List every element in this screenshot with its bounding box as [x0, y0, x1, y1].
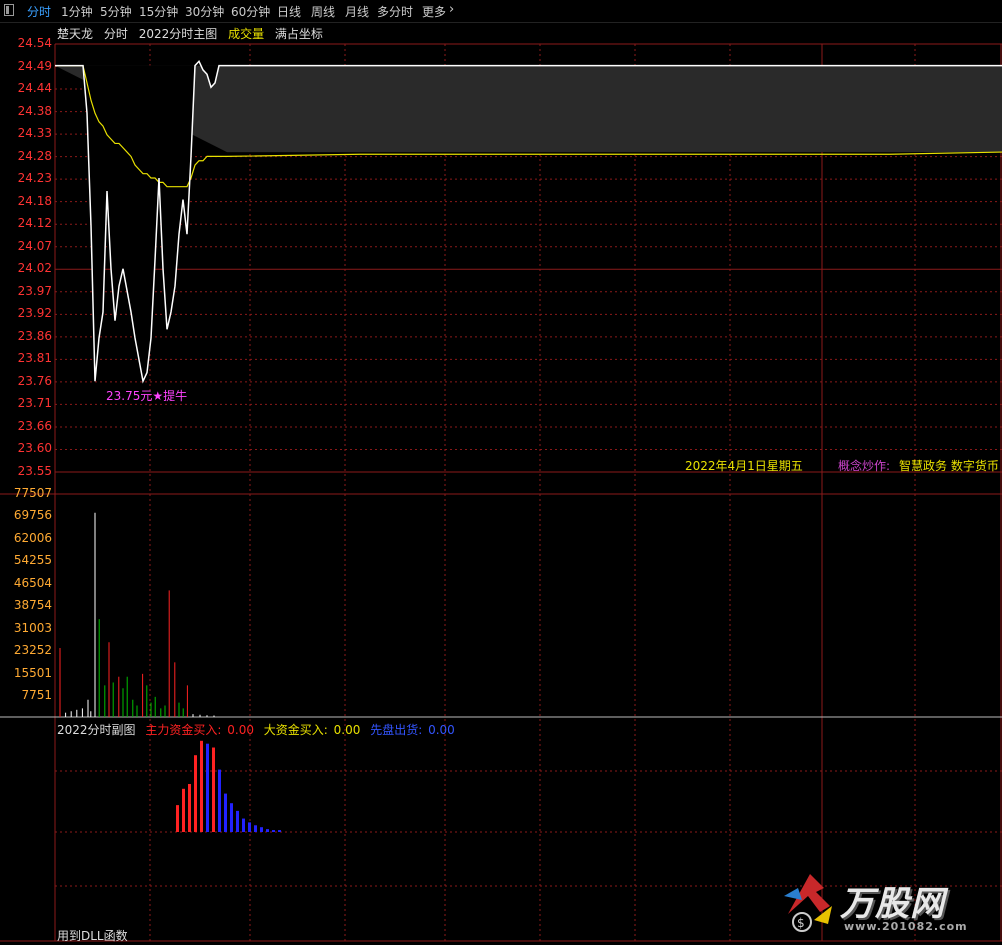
tab-fenshi[interactable]: 分时	[27, 3, 51, 20]
sub-chart-bar	[194, 755, 197, 832]
sub-chart-bar	[236, 810, 239, 832]
sub-chart-bar	[266, 829, 269, 832]
exit-label: 先盘出货:	[370, 723, 423, 737]
tab-30min[interactable]: 30分钟	[185, 3, 224, 20]
sub-chart-bar	[254, 825, 257, 832]
sub-chart-bar	[176, 805, 179, 832]
sub-chart-title[interactable]: 2022分时副图	[57, 723, 136, 737]
sub-chart-bar	[224, 793, 227, 832]
watermark-url: www.201082.com	[844, 920, 968, 933]
big-buy-value: 0.00	[333, 723, 361, 737]
sub-chart-header: 2022分时副图 主力资金买入: 0.00 大资金买入: 0.00 先盘出货: …	[57, 721, 461, 738]
sub-chart-bar	[182, 788, 185, 832]
sub-chart-bar	[206, 743, 209, 832]
price-tick-label: 24.18	[17, 193, 52, 208]
sub-chart-bar	[218, 769, 221, 832]
price-tick-label: 23.66	[17, 418, 52, 433]
sub-chart-bar	[278, 830, 281, 832]
price-tick-label: 24.33	[17, 126, 52, 141]
volume-tick-label: 54255	[13, 553, 52, 568]
low-point-annotation: 23.75元★提牛	[106, 389, 188, 403]
main-buy-label: 主力资金买入:	[145, 723, 222, 737]
concept-values: 智慧政务 数字货币	[899, 459, 999, 473]
watermark-logo: $ 万股网 www.201082.com	[780, 866, 998, 940]
volume-tick-label: 46504	[13, 575, 52, 590]
tab-monthly[interactable]: 月线	[345, 3, 369, 20]
tab-more[interactable]: 更多	[422, 3, 446, 20]
sub-chart-bar	[212, 747, 215, 832]
price-tick-label: 24.54	[17, 36, 52, 50]
price-tick-label: 24.12	[17, 216, 52, 231]
tab-60min[interactable]: 60分钟	[231, 3, 270, 20]
price-tick-label: 24.23	[17, 171, 52, 186]
big-buy-label: 大资金买入:	[263, 723, 328, 737]
period-tab-bar: 分时 1分钟 5分钟 15分钟 30分钟 60分钟 日线 周线 月线 多分时 更…	[0, 0, 1002, 23]
tab-daily[interactable]: 日线	[277, 3, 301, 20]
volume-tick-label: 62006	[13, 530, 52, 545]
date-label: 2022年4月1日星期五	[685, 459, 803, 473]
exit-value: 0.00	[428, 723, 455, 737]
volume-tick-label: 77507	[13, 486, 52, 500]
price-tick-label: 23.76	[17, 373, 52, 388]
tab-multi-fenshi[interactable]: 多分时	[377, 3, 413, 20]
volume-tick-label: 15501	[13, 665, 52, 680]
price-tick-label: 23.86	[17, 328, 52, 343]
sub-chart-bar	[260, 827, 263, 832]
volume-tick-label: 31003	[13, 620, 52, 635]
concept-label: 概念炒作:	[838, 459, 891, 473]
price-tick-label: 23.81	[17, 351, 52, 366]
price-tick-label: 24.02	[17, 261, 52, 276]
arrow-logo-icon: $	[784, 874, 832, 932]
volume-tick-label: 7751	[21, 688, 52, 702]
sub-chart-bar	[272, 830, 275, 832]
price-tick-label: 24.44	[17, 81, 52, 96]
volume-tick-label: 38754	[13, 598, 52, 613]
price-tick-label: 24.38	[17, 103, 52, 118]
chevron-right-icon[interactable]: ›	[449, 2, 454, 17]
sub-chart-bar	[248, 822, 251, 832]
window-icon[interactable]	[4, 4, 14, 16]
sub-chart-bar	[188, 784, 191, 832]
tab-weekly[interactable]: 周线	[311, 3, 335, 20]
price-tick-label: 23.71	[17, 396, 52, 411]
footer-note: 用到DLL函数	[57, 929, 128, 943]
sub-chart-bar	[242, 818, 245, 832]
session-band	[227, 65, 1002, 153]
intraday-chart[interactable]	[0, 22, 1002, 945]
sub-chart-bar	[230, 803, 233, 832]
price-tick-label: 23.97	[17, 283, 52, 298]
main-buy-value: 0.00	[227, 723, 254, 737]
tab-1min[interactable]: 1分钟	[61, 3, 93, 20]
price-tick-label: 23.55	[17, 464, 52, 478]
price-tick-label: 23.92	[17, 306, 52, 321]
tab-15min[interactable]: 15分钟	[139, 3, 178, 20]
volume-tick-label: 69756	[13, 508, 52, 523]
svg-text:$: $	[797, 916, 805, 930]
price-tick-label: 24.28	[17, 148, 52, 163]
tab-5min[interactable]: 5分钟	[100, 3, 132, 20]
volume-tick-label: 23252	[13, 643, 52, 658]
price-tick-label: 24.49	[17, 58, 52, 73]
price-tick-label: 24.07	[17, 238, 52, 253]
price-tick-label: 23.60	[17, 441, 52, 456]
sub-chart-bar	[200, 740, 203, 832]
watermark-brand: 万股网	[840, 884, 945, 924]
